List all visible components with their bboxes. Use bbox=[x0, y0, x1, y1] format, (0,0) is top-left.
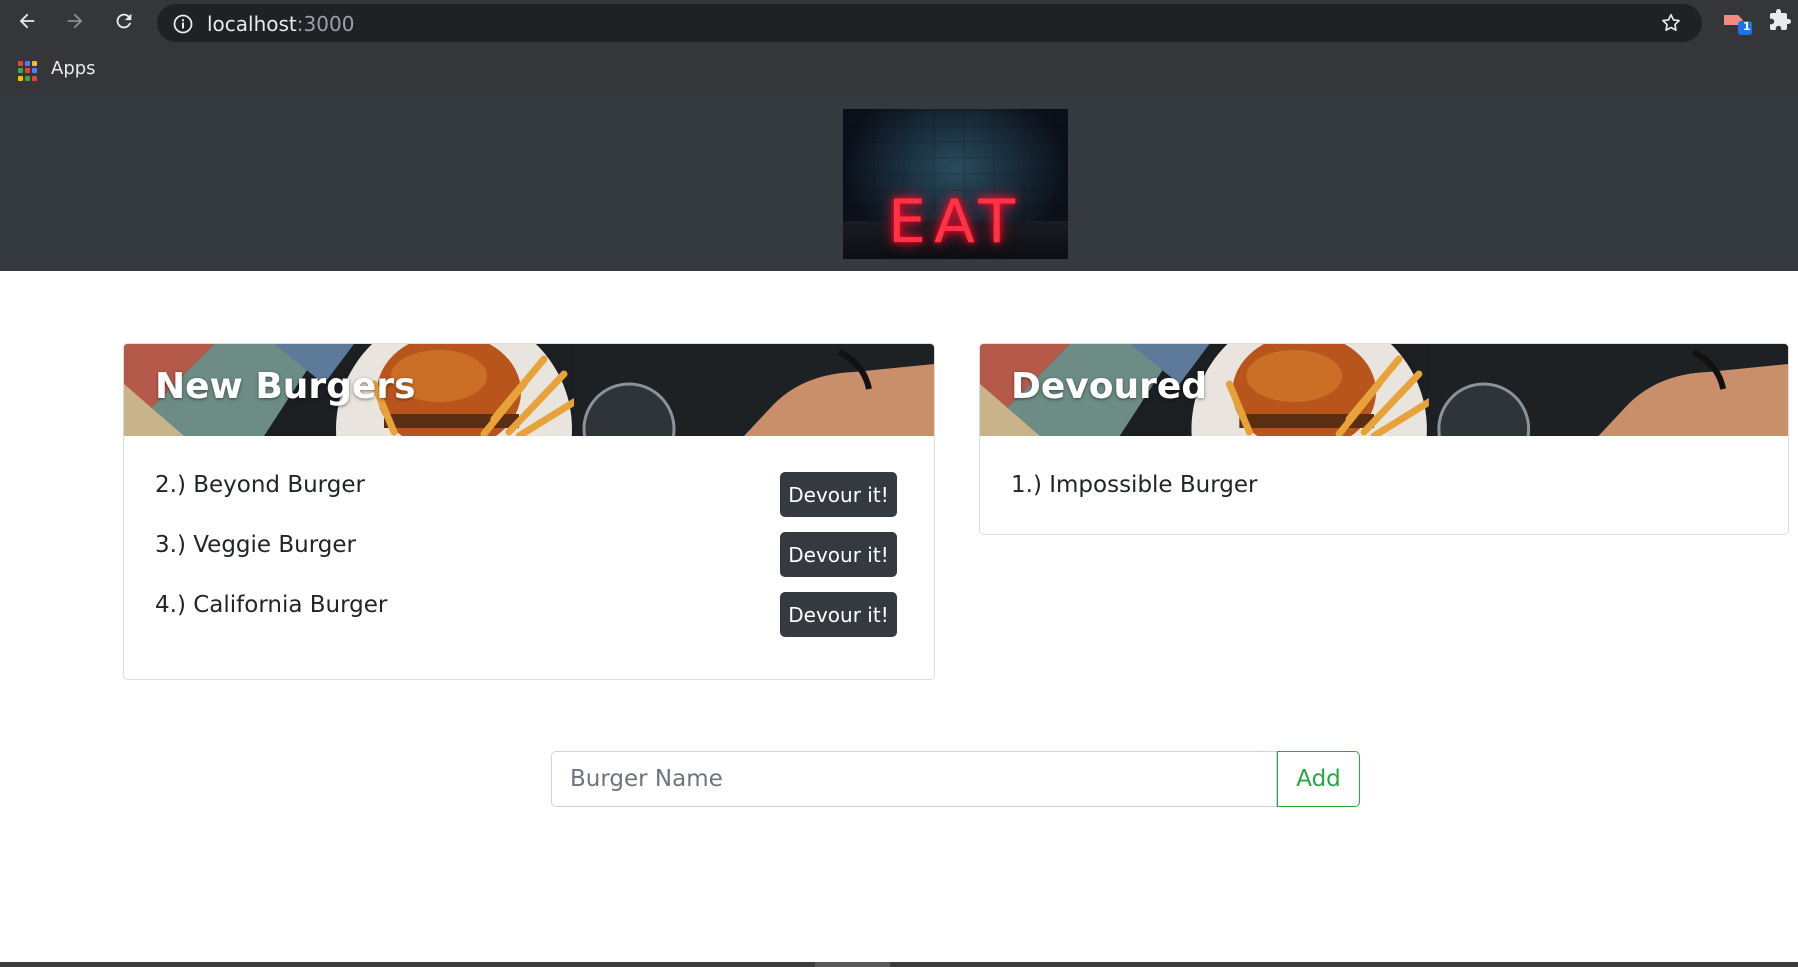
extensions-puzzle-icon[interactable] bbox=[1768, 8, 1792, 36]
devoured-item: 1.) Impossible Burger bbox=[1011, 472, 1258, 498]
url-text: localhost:3000 bbox=[207, 12, 354, 36]
info-icon[interactable] bbox=[173, 14, 193, 38]
devour-button[interactable]: Devour it! bbox=[780, 532, 897, 577]
scrollbar-thumb[interactable] bbox=[815, 962, 890, 967]
bookmarks-bar: Apps bbox=[0, 42, 1798, 98]
new-burgers-card-header: New Burgers bbox=[124, 344, 934, 436]
devoured-card-header: Devoured bbox=[980, 344, 1788, 436]
back-icon[interactable] bbox=[12, 6, 42, 36]
new-burgers-title: New Burgers bbox=[155, 366, 416, 407]
extension-icon[interactable]: 1 bbox=[1722, 7, 1754, 37]
devour-button[interactable]: Devour it! bbox=[780, 592, 897, 637]
new-burgers-card: New Burgers 2.) Beyond Burger Devour it!… bbox=[123, 343, 935, 680]
url-host: localhost bbox=[207, 12, 297, 36]
apps-bookmark-label[interactable]: Apps bbox=[51, 58, 96, 79]
add-button[interactable]: Add bbox=[1277, 751, 1360, 807]
url-port: :3000 bbox=[296, 12, 355, 36]
eat-neon-logo: EAT bbox=[843, 109, 1068, 259]
devoured-title: Devoured bbox=[1011, 366, 1208, 407]
reload-icon[interactable] bbox=[109, 6, 139, 36]
burger-name-input[interactable] bbox=[551, 751, 1277, 807]
burger-item: 3.) Veggie Burger bbox=[155, 532, 356, 558]
logo-text: EAT bbox=[888, 187, 1023, 257]
browser-toolbar: localhost:3000 1 bbox=[0, 0, 1798, 42]
extension-badge: 1 bbox=[1743, 20, 1751, 33]
site-header: EAT bbox=[0, 97, 1798, 271]
burger-item: 2.) Beyond Burger bbox=[155, 472, 365, 498]
apps-grid-icon[interactable] bbox=[18, 61, 38, 81]
address-bar[interactable]: localhost:3000 bbox=[157, 4, 1702, 42]
bookmark-star-icon[interactable] bbox=[1660, 12, 1682, 38]
burger-item: 4.) California Burger bbox=[155, 592, 388, 618]
horizontal-scrollbar[interactable] bbox=[0, 962, 1798, 967]
devour-button[interactable]: Devour it! bbox=[780, 472, 897, 517]
devoured-card: Devoured 1.) Impossible Burger bbox=[979, 343, 1789, 535]
forward-icon[interactable] bbox=[60, 6, 90, 36]
